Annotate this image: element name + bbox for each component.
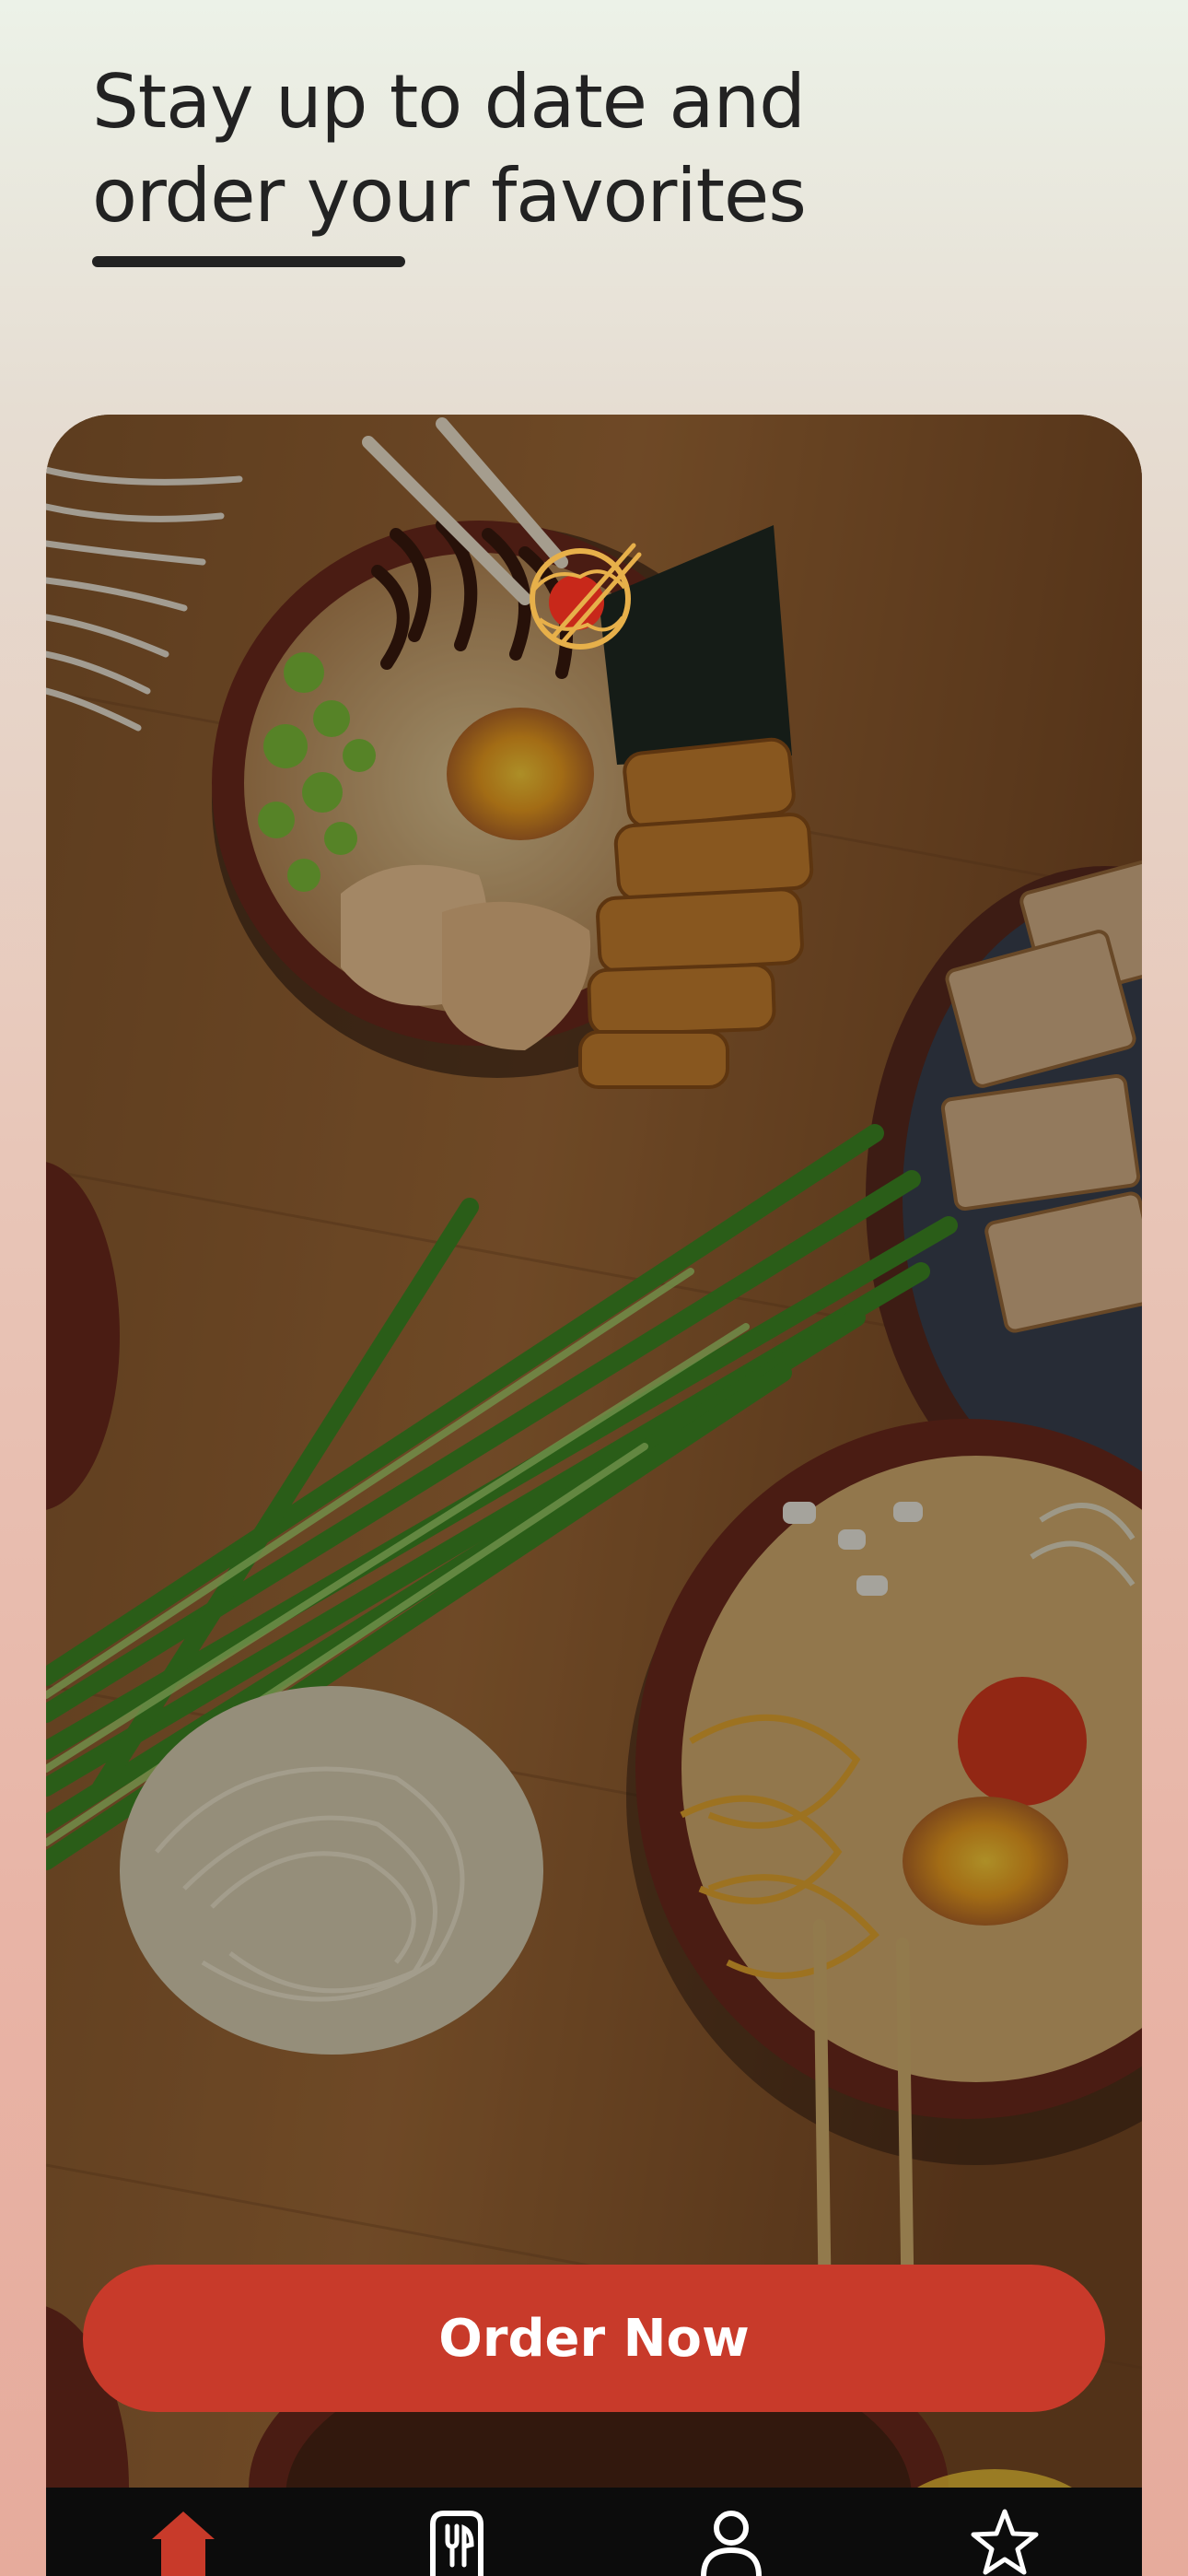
tab-home[interactable] [110, 2488, 257, 2576]
bottom-tab-bar [46, 2488, 1142, 2576]
star-icon [971, 2509, 1039, 2575]
restaurant-menu-icon [430, 2511, 484, 2576]
tab-profile[interactable] [658, 2488, 805, 2576]
hero-card: Order Now [46, 415, 1142, 2576]
home-icon [151, 2512, 215, 2576]
ramen-table-photo [46, 415, 1142, 2576]
dragon-chopsticks-logo-icon [530, 543, 642, 650]
headline-underline [92, 256, 405, 267]
profile-icon [700, 2511, 762, 2576]
order-now-button[interactable]: Order Now [83, 2265, 1105, 2412]
page-headline: Stay up to date and order your favorites [92, 55, 807, 243]
headline-line-2: order your favorites [92, 153, 807, 239]
tab-favorites[interactable] [931, 2488, 1078, 2576]
tab-menu[interactable] [383, 2488, 530, 2576]
headline-line-1: Stay up to date and [92, 59, 806, 145]
